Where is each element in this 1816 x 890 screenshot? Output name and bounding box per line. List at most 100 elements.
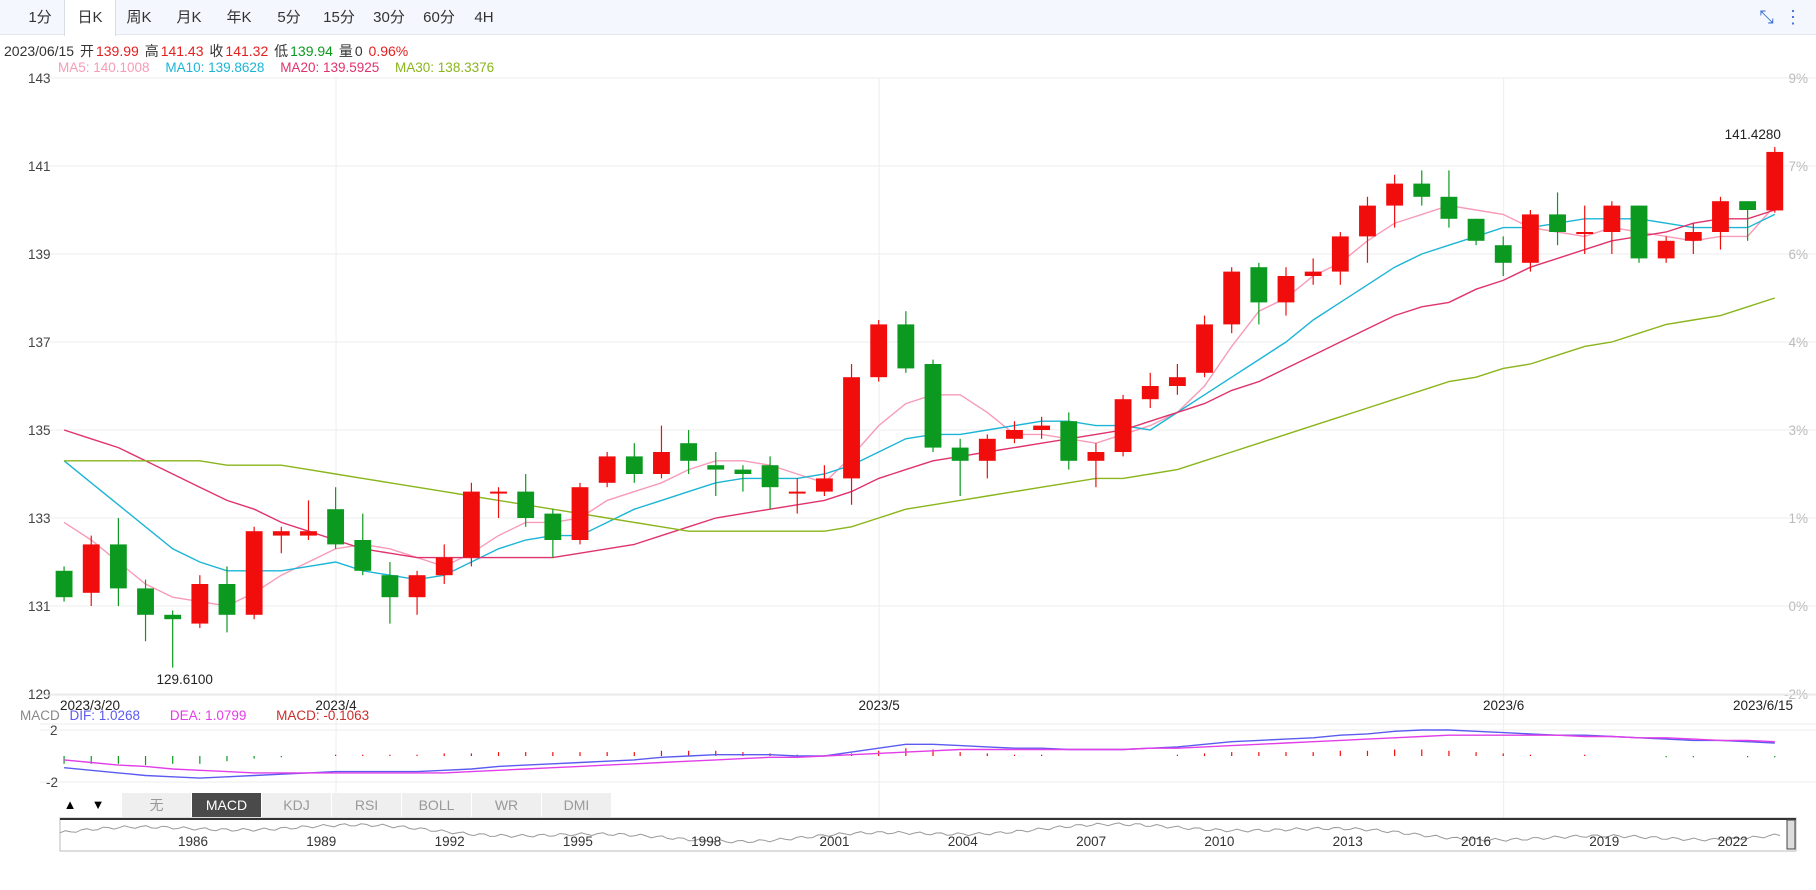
arrow-up-icon[interactable]: ▲ xyxy=(58,793,82,817)
candle xyxy=(1603,201,1621,254)
candle-body xyxy=(1087,452,1105,461)
candle-body xyxy=(1006,430,1023,439)
indicator-tab[interactable]: WR xyxy=(472,793,542,817)
period-tab[interactable]: 年K xyxy=(214,0,264,34)
candle xyxy=(815,465,833,496)
quote-date: 2023/06/15 xyxy=(4,43,75,59)
candle-body xyxy=(1576,232,1594,234)
navigator-handle[interactable] xyxy=(1786,819,1796,850)
candlestick-chart[interactable]: 129 131 133 135 137 139 141 143 -2% 0% 1% 3% 4% 6% 7% 9… xyxy=(0,0,1816,890)
dea-line xyxy=(64,734,1775,774)
ma-line xyxy=(64,297,1776,532)
ma-legend: MA5: 140.1008 MA10: 139.8628 MA20: 139.5… xyxy=(58,60,506,75)
candle-body xyxy=(408,575,426,598)
candle xyxy=(1712,196,1729,250)
candle-body xyxy=(544,513,562,540)
ma-line xyxy=(63,204,1776,607)
candle-body xyxy=(653,452,670,474)
candle xyxy=(1467,218,1485,246)
candle xyxy=(1168,364,1186,395)
period-tab[interactable]: 5分 xyxy=(264,0,314,34)
pct-tick-label: 6% xyxy=(1788,247,1808,262)
navigator-year-label: 2004 xyxy=(948,834,979,849)
navigator-year-label: 1986 xyxy=(178,834,208,849)
candle-body xyxy=(517,491,535,518)
candle xyxy=(191,575,209,628)
period-tab[interactable]: 30分 xyxy=(364,0,414,34)
period-tab[interactable]: 周K xyxy=(114,0,164,34)
candle-body xyxy=(1386,183,1404,206)
candle-body xyxy=(191,584,209,624)
candle xyxy=(272,526,290,554)
extreme-value-label: 129.6100 xyxy=(157,672,213,687)
extreme-value-label: 141.4280 xyxy=(1725,127,1781,142)
candle-body xyxy=(1657,240,1675,259)
candle xyxy=(1657,236,1675,263)
candle-body xyxy=(1413,183,1431,197)
candle-body xyxy=(1331,236,1349,272)
period-tab[interactable]: 4H xyxy=(464,0,504,34)
candle xyxy=(354,513,372,576)
navigator-year-label: 1995 xyxy=(563,834,593,849)
arrow-down-icon[interactable]: ▼ xyxy=(86,793,110,817)
candle xyxy=(55,566,73,602)
macd-tick-label: -2 xyxy=(46,775,58,790)
navigator-year-label: 2016 xyxy=(1461,834,1491,849)
indicator-tab[interactable]: 无 xyxy=(122,793,192,817)
candle-body xyxy=(1766,151,1784,211)
more-vertical-icon[interactable]: ⋮ xyxy=(1782,6,1804,28)
period-tab[interactable]: 1分 xyxy=(16,0,64,34)
navigator-year-label: 2007 xyxy=(1076,834,1106,849)
indicator-tab[interactable]: RSI xyxy=(332,793,402,817)
candle-body xyxy=(300,531,317,536)
period-tab[interactable]: 日K xyxy=(64,0,116,36)
dif-line xyxy=(64,729,1775,779)
candle xyxy=(137,579,154,642)
indicator-tab[interactable]: MACD xyxy=(192,793,262,817)
toolbar-icons: ⤡ ⋮ xyxy=(1756,6,1804,28)
volume-value: 0 xyxy=(354,43,363,59)
y-tick-label: 141 xyxy=(28,159,51,174)
navigator-frame xyxy=(59,817,1797,852)
indicator-tab[interactable]: BOLL xyxy=(402,793,472,817)
open-value: 139.99 xyxy=(95,43,139,59)
macd-legend: MACD DIF: 1.0268 DEA: 1.0799 MACD: -0.10… xyxy=(20,708,395,723)
navigator-year-label: 1998 xyxy=(691,834,721,849)
candle-body xyxy=(1141,386,1159,400)
candle xyxy=(897,311,915,373)
candle-body xyxy=(1494,245,1512,263)
candle-body xyxy=(870,324,888,378)
period-tab[interactable]: 15分 xyxy=(314,0,364,34)
candle xyxy=(1359,196,1376,263)
candle xyxy=(1060,412,1078,470)
candle-body xyxy=(1630,205,1648,259)
candle xyxy=(381,562,399,624)
candle xyxy=(924,359,942,452)
indicator-tab[interactable]: KDJ xyxy=(262,793,332,817)
period-tab[interactable]: 月K xyxy=(164,0,214,34)
collapse-icon[interactable]: ⤡ xyxy=(1756,6,1778,28)
candle xyxy=(1114,394,1132,457)
candle xyxy=(653,425,670,479)
candle-body xyxy=(218,584,236,615)
candle-body xyxy=(1196,324,1213,373)
navigator-history-line xyxy=(59,822,1781,844)
candle-body xyxy=(734,469,752,474)
high-value: 141.43 xyxy=(160,43,204,59)
macd-tick-label: 2 xyxy=(50,723,58,738)
ma10-label: MA10: 139.8628 xyxy=(165,60,265,75)
candle xyxy=(680,430,698,474)
ma5-label: MA5: 140.1008 xyxy=(58,60,150,75)
ma30-label: MA30: 138.3376 xyxy=(395,60,495,75)
change-value: 0.96% xyxy=(368,43,409,59)
dea-label: DEA: 1.0799 xyxy=(169,708,247,723)
candle-body xyxy=(1033,425,1051,430)
period-tab[interactable]: 60分 xyxy=(414,0,464,34)
indicator-tab[interactable]: DMI xyxy=(542,793,612,817)
candle xyxy=(1494,236,1512,276)
y-tick-label: 129 xyxy=(28,687,51,702)
navigator-year-label: 1992 xyxy=(435,834,465,849)
candle-body xyxy=(1467,218,1485,241)
navigator-year-label: 1989 xyxy=(306,834,336,849)
candle-body xyxy=(327,509,345,545)
